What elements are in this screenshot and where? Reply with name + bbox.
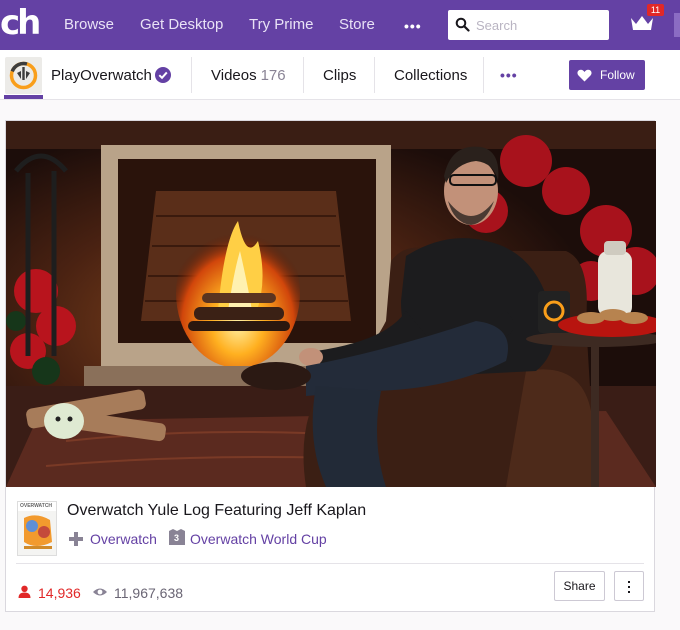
tab-videos[interactable]: Videos 176	[211, 67, 286, 84]
nav-try-prime[interactable]: Try Prime	[249, 0, 313, 50]
channel-header: PlayOverwatch Videos 176 Clips Collection…	[0, 50, 680, 100]
game-box-art[interactable]: OVERWATCH	[17, 501, 57, 556]
divider	[16, 563, 644, 564]
divider	[483, 57, 484, 93]
video-thumbnail-image	[6, 121, 656, 487]
collection-link[interactable]: Overwatch World Cup	[190, 531, 327, 547]
active-tab-indicator	[4, 95, 43, 99]
video-thumbnail[interactable]	[6, 121, 656, 487]
view-count: 11,967,638	[114, 585, 184, 601]
likes-count: 14,936	[38, 585, 81, 601]
follow-label: Follow	[600, 68, 635, 82]
eye-icon	[93, 588, 107, 596]
tab-collections[interactable]: Collections	[394, 67, 467, 84]
channel-avatar[interactable]	[5, 57, 42, 94]
tab-videos-count: 176	[260, 67, 286, 84]
kebab-dot	[628, 591, 630, 593]
nav-browse[interactable]: Browse	[64, 0, 114, 50]
channel-name[interactable]: PlayOverwatch	[51, 67, 152, 84]
game-box-art-image	[18, 502, 56, 555]
verified-icon	[155, 67, 171, 83]
overwatch-logo-icon	[9, 61, 38, 90]
divider	[303, 57, 304, 93]
game-box-art-text: OVERWATCH	[20, 503, 53, 509]
kebab-dot	[628, 581, 630, 583]
heart-icon	[577, 69, 592, 82]
nav-more-button[interactable]: •••	[404, 18, 422, 34]
follow-button[interactable]: Follow	[569, 60, 645, 90]
kebab-dot	[628, 586, 630, 588]
search-box	[448, 10, 609, 40]
video-card: OVERWATCH Overwatch Yule Log Featuring J…	[5, 120, 656, 613]
nav-store[interactable]: Store	[339, 0, 375, 50]
divider	[374, 57, 375, 93]
person-icon	[18, 585, 31, 598]
collection-icon-number: 3	[174, 533, 180, 543]
video-title[interactable]: Overwatch Yule Log Featuring Jeff Kaplan	[67, 502, 366, 520]
game-link[interactable]: Overwatch	[90, 531, 157, 547]
gamepad-icon	[69, 532, 83, 546]
share-button[interactable]: Share	[554, 571, 605, 601]
top-navbar: ch Browse Get Desktop Try Prime Store ••…	[0, 0, 680, 50]
channel-more-button[interactable]: •••	[500, 67, 518, 83]
search-input[interactable]	[476, 15, 604, 35]
notification-badge: 11	[647, 4, 664, 16]
video-info: OVERWATCH Overwatch Yule Log Featuring J…	[6, 487, 656, 613]
nav-get-desktop[interactable]: Get Desktop	[140, 0, 223, 50]
tab-videos-label: Videos	[211, 67, 257, 84]
crown-icon[interactable]	[630, 14, 654, 32]
tab-clips[interactable]: Clips	[323, 67, 356, 84]
nav-edge-button[interactable]	[674, 13, 680, 37]
search-icon	[455, 17, 470, 32]
more-options-button[interactable]	[614, 571, 644, 601]
twitch-logo[interactable]: ch	[0, 6, 41, 42]
divider	[191, 57, 192, 93]
